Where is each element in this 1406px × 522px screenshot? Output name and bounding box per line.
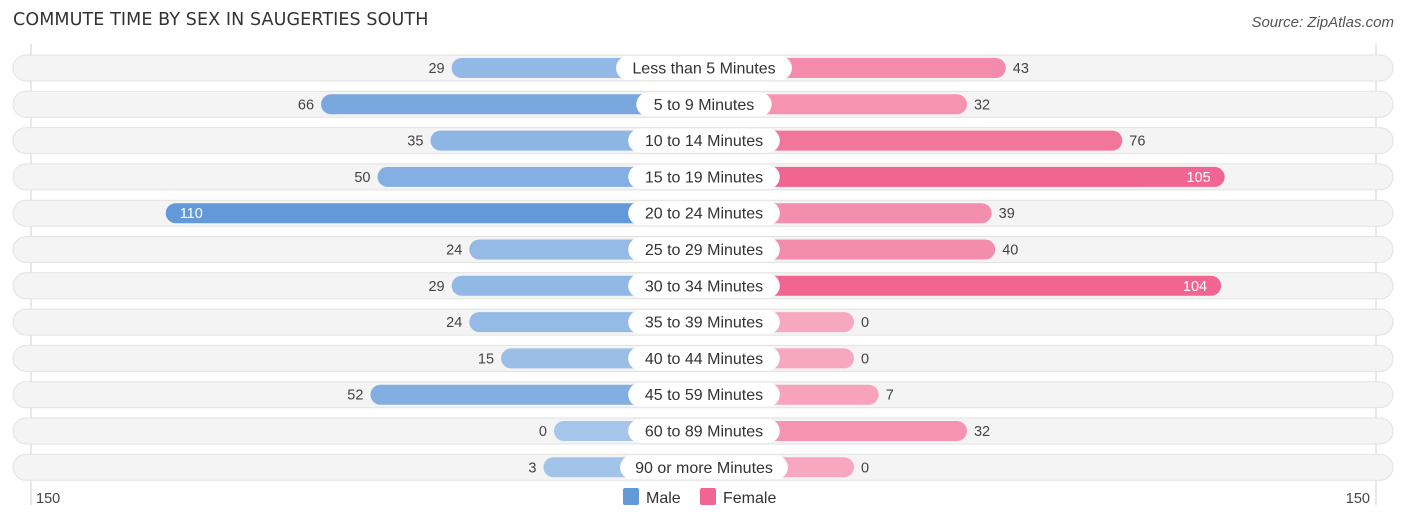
chart-row: 90 or more Minutes 3 0 <box>12 453 1394 481</box>
value-label-female: 76 <box>1129 134 1145 150</box>
chart-row: 10 to 14 Minutes 35 76 <box>12 127 1394 155</box>
value-label-male: 24 <box>446 315 462 331</box>
bar-female <box>704 275 1222 296</box>
value-label-male: 50 <box>354 170 370 186</box>
rows-group: Less than 5 Minutes 29 43 5 to 9 Minutes 66 3… <box>12 54 1394 481</box>
chart-row: 5 to 9 Minutes 66 32 <box>12 90 1394 118</box>
chart-row: 45 to 59 Minutes 52 7 <box>12 381 1394 409</box>
category-label: 45 to 59 Minutes <box>645 387 763 404</box>
axis-left-label: 150 <box>36 491 60 507</box>
value-label-female: 104 <box>1183 279 1207 295</box>
chart-row: 35 to 39 Minutes 24 0 <box>12 308 1394 336</box>
chart-row: 25 to 29 Minutes 24 40 <box>12 236 1394 263</box>
value-label-female: 39 <box>999 206 1015 222</box>
value-label-male: 66 <box>298 97 314 113</box>
chart-row: Less than 5 Minutes 29 43 <box>12 54 1394 82</box>
chart-row: 60 to 89 Minutes 0 32 <box>12 417 1394 445</box>
legend-label-male: Male <box>646 490 681 507</box>
value-label-male: 29 <box>428 61 444 77</box>
bar-male <box>165 203 704 224</box>
value-label-male: 15 <box>478 351 494 367</box>
value-label-female: 32 <box>974 424 990 440</box>
category-label: 30 to 34 Minutes <box>645 278 763 295</box>
value-label-female: 105 <box>1186 170 1210 186</box>
category-label: 15 to 19 Minutes <box>645 169 763 186</box>
category-label: 25 to 29 Minutes <box>645 242 763 259</box>
value-label-female: 0 <box>861 351 869 367</box>
category-label: 5 to 9 Minutes <box>654 97 755 114</box>
category-label: 90 or more Minutes <box>635 460 773 477</box>
bar-female <box>704 166 1225 187</box>
category-label: Less than 5 Minutes <box>632 61 775 78</box>
value-label-female: 40 <box>1002 243 1018 259</box>
chart-svg: Less than 5 Minutes 29 43 5 to 9 Minutes 66 3… <box>12 44 1394 507</box>
value-label-male: 3 <box>528 460 536 476</box>
axis-right-label: 150 <box>1346 491 1370 507</box>
category-label: 60 to 89 Minutes <box>645 424 763 441</box>
legend-label-female: Female <box>723 490 776 507</box>
value-label-male: 52 <box>347 388 363 404</box>
chart-row: 40 to 44 Minutes 15 0 <box>12 344 1394 372</box>
value-label-male: 35 <box>407 134 423 150</box>
value-label-female: 0 <box>861 315 869 331</box>
category-label: 10 to 14 Minutes <box>645 133 763 150</box>
chart-row: 30 to 34 Minutes 29 104 <box>12 272 1394 300</box>
chart-row: 20 to 24 Minutes 110 39 <box>12 199 1394 227</box>
legend-swatch-male <box>623 488 639 505</box>
value-label-female: 43 <box>1013 61 1029 77</box>
chart-row: 15 to 19 Minutes 50 105 <box>12 163 1394 191</box>
category-label: 20 to 24 Minutes <box>645 206 763 223</box>
value-label-male: 24 <box>446 243 462 259</box>
category-label: 35 to 39 Minutes <box>645 315 763 332</box>
legend: Male Female <box>623 488 776 507</box>
value-label-female: 32 <box>974 97 990 113</box>
value-label-male: 29 <box>428 279 444 295</box>
category-label: 40 to 44 Minutes <box>645 351 763 368</box>
value-label-female: 7 <box>886 388 894 404</box>
value-label-male: 110 <box>180 206 203 222</box>
value-label-female: 0 <box>861 460 869 476</box>
value-label-male: 0 <box>539 424 547 440</box>
legend-swatch-female <box>700 488 716 505</box>
